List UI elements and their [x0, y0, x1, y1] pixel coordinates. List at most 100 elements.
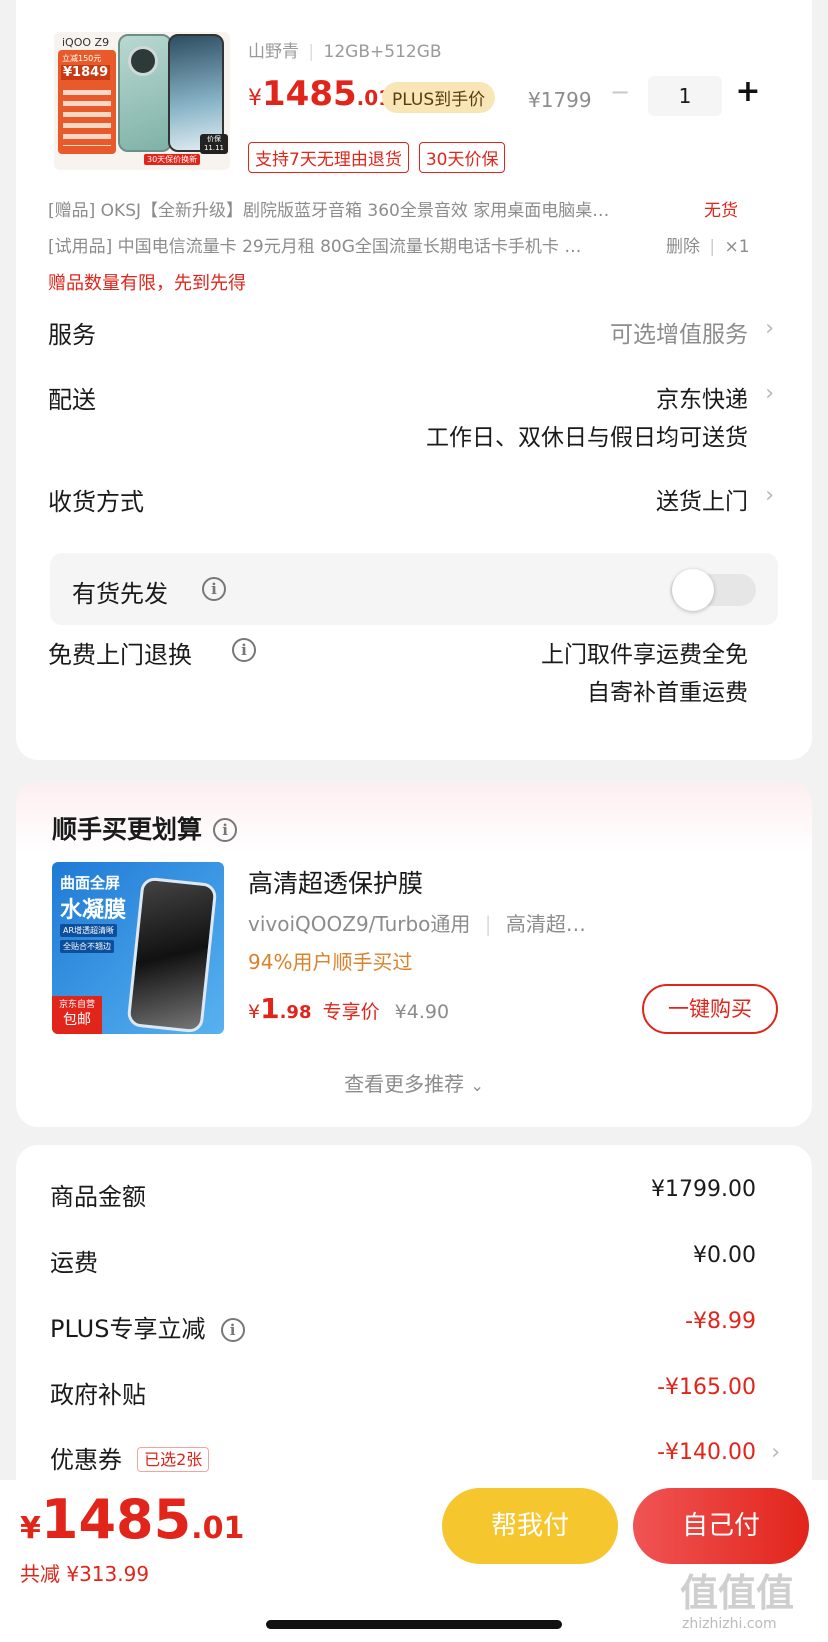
summary-value: ¥1799.00	[651, 1177, 756, 1202]
thumb-title-line1: 曲面全屏	[60, 874, 121, 892]
delivery-note: 工作日、双休日与假日均可送货	[426, 425, 748, 451]
info-icon[interactable]: i	[202, 577, 226, 601]
info-icon[interactable]: i	[220, 1318, 245, 1342]
thumb-stamp: 价保 11.11	[200, 134, 228, 154]
watermark-logo: 值值值	[680, 1562, 794, 1617]
delivery-value: 京东快递	[656, 387, 748, 413]
thumb-corner-line1: 京东自营	[58, 1000, 95, 1010]
thumb-promo-panel: 立减150元 ¥1849	[58, 50, 116, 154]
total-integer: 1485	[40, 1488, 192, 1551]
chevron-right-icon: ›	[765, 483, 774, 508]
home-indicator	[266, 1620, 562, 1629]
chevron-right-icon: ›	[765, 381, 774, 406]
gift-text: [赠品] OKSJ【全新升级】剧院版蓝牙音箱 360全景音效 家用桌面电脑桌…	[48, 201, 610, 221]
see-more-label: 查看更多推荐	[344, 1072, 465, 1096]
original-price: ¥1799	[528, 88, 592, 112]
increase-button[interactable]: +	[734, 74, 762, 109]
variant-color: 山野青	[248, 42, 299, 62]
addon-variant[interactable]: vivoiQOOZ9/Turbo通用 | 高清超…	[248, 908, 586, 937]
quantity-input[interactable]: 1	[648, 76, 722, 116]
summary-value: -¥140.00	[657, 1440, 756, 1465]
one-click-buy-button[interactable]: 一键购买	[642, 984, 778, 1034]
thumb-chip2: 全贴合不翘边	[60, 940, 114, 953]
summary-value: -¥8.99	[685, 1309, 756, 1334]
addon-price-integer: 1	[260, 992, 280, 1025]
see-more-recommendations[interactable]: 查看更多推荐 ⌄	[16, 1068, 812, 1097]
thumb-chip1: AR增透超清晰	[60, 924, 118, 937]
product-tags: 支持7天无理由退货 30天价保	[248, 142, 506, 173]
quantity-stepper: − 1 +	[606, 74, 766, 118]
summary-label: PLUS专享立减	[50, 1315, 206, 1343]
thumb-title-line2: 水凝膜	[60, 898, 127, 923]
addon-price-decimal: .98	[279, 1002, 312, 1023]
help-pay-button[interactable]: 帮我付	[442, 1488, 618, 1564]
chevron-right-icon: ›	[765, 316, 774, 341]
thumb-corner: 京东自营 包邮	[52, 996, 102, 1034]
free-return-line1: 上门取件享运费全免	[541, 642, 748, 668]
free-return-line2: 自寄补首重运费	[587, 680, 748, 706]
product-thumbnail[interactable]: iQOO Z9 立减150元 ¥1849 价保 11.11 30天保价换新	[54, 32, 230, 170]
trial-qty: ×1	[724, 237, 750, 257]
trial-text: [试用品] 中国电信流量卡 29元月租 80G全国流量长期电话卡手机卡 …	[48, 237, 582, 257]
gift-status: 无货	[704, 201, 738, 221]
tag-price-protect: 30天价保	[418, 142, 506, 173]
addon-price: ¥1.98 专享价 ¥4.90	[248, 992, 449, 1025]
phone-image	[118, 34, 172, 152]
stock-first-toggle[interactable]	[670, 569, 756, 611]
product-price: ¥1485.01	[248, 74, 392, 114]
toggle-knob	[672, 569, 714, 611]
trial-delete-button[interactable]: 删除	[666, 237, 700, 257]
camera-module	[128, 46, 158, 76]
receive-method-row[interactable]: 收货方式 送货上门 ›	[48, 482, 788, 522]
addon-compat: vivoiQOOZ9/Turbo通用	[248, 912, 471, 936]
checkout-bar: ¥1485.01 共减 ¥313.99 帮我付 自己付 值值值 zhizhizh…	[0, 1480, 828, 1642]
summary-label: 政府补贴	[50, 1381, 146, 1409]
delivery-label: 配送	[48, 386, 96, 414]
addon-thumbnail[interactable]: 曲面全屏 水凝膜 AR增透超清晰 全贴合不翘边 京东自营 包邮	[52, 862, 224, 1034]
total-decimal: .01	[191, 1511, 245, 1546]
chevron-right-icon: ›	[771, 1440, 780, 1465]
tag-return-policy: 支持7天无理由退货	[248, 142, 409, 173]
addon-price-symbol: ¥	[248, 1001, 261, 1023]
thumb-badge: 立减150元	[62, 54, 102, 63]
service-label: 服务	[48, 321, 96, 349]
addon-stat: 94%用户顺手买过	[248, 950, 413, 974]
self-pay-button[interactable]: 自己付	[633, 1488, 809, 1564]
summary-value: ¥0.00	[693, 1243, 756, 1268]
delivery-row[interactable]: 配送 京东快递 › 工作日、双休日与假日均可送货	[48, 380, 788, 460]
coupon-row[interactable]: 优惠券 已选2张 -¥140.00 ›	[50, 1440, 790, 1475]
product-variant[interactable]: 山野青 | 12GB+512GB	[248, 37, 442, 62]
receive-label: 收货方式	[48, 488, 144, 516]
service-value: 可选增值服务	[610, 322, 748, 348]
addon-name[interactable]: 高清超透保护膜	[248, 864, 423, 900]
summary-label: 运费	[50, 1249, 98, 1277]
gift-item[interactable]: [赠品] OKSJ【全新升级】剧院版蓝牙音箱 360全景音效 家用桌面电脑桌…	[48, 196, 708, 221]
variant-divider: |	[308, 42, 315, 62]
addon-title-text: 顺手买更划算	[52, 815, 203, 844]
summary-row: PLUS专享立减 i -¥8.99	[50, 1309, 756, 1344]
receive-value: 送货上门	[656, 489, 748, 515]
addon-orig-price: ¥4.90	[394, 1001, 450, 1023]
addon-variant-divider: |	[484, 912, 492, 936]
info-icon[interactable]: i	[213, 818, 238, 842]
summary-row: 政府补贴 -¥165.00	[50, 1375, 756, 1410]
thumb-caption: 30天保价换新	[144, 154, 201, 165]
summary-row: 运费 ¥0.00	[50, 1243, 756, 1278]
service-row[interactable]: 服务 可选增值服务 ›	[48, 315, 788, 355]
watermark-char: 值	[680, 1571, 719, 1615]
watermark-char: 值	[756, 1571, 795, 1615]
info-icon[interactable]: i	[232, 638, 256, 662]
thumb-price: ¥1849	[61, 65, 111, 80]
summary-value: -¥165.00	[657, 1375, 756, 1400]
trial-item[interactable]: [试用品] 中国电信流量卡 29元月租 80G全国流量长期电话卡手机卡 …	[48, 232, 678, 257]
trial-divider: |	[709, 237, 716, 257]
decrease-button[interactable]: −	[606, 78, 634, 106]
addon-title: 顺手买更划算 i	[52, 810, 238, 846]
watermark-char: 值	[718, 1571, 757, 1615]
gift-notice: 赠品数量有限，先到先得	[48, 273, 246, 294]
stock-first-label: 有货先发	[72, 580, 168, 608]
coupon-tag: 已选2张	[137, 1447, 210, 1472]
variant-spec: 12GB+512GB	[323, 42, 442, 62]
total-saved: 共减 ¥313.99	[20, 1562, 150, 1586]
free-return-row[interactable]: 免费上门退换 i 上门取件享运费全免 自寄补首重运费	[48, 635, 788, 715]
